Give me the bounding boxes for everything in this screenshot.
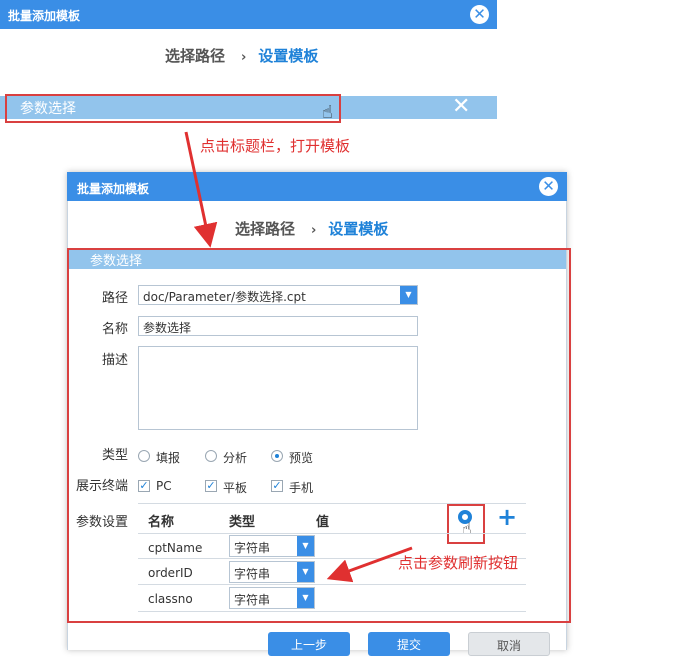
top-dialog-title: 批量添加模板 <box>8 9 81 23</box>
submit-button[interactable]: 提交 <box>368 632 450 656</box>
top-dialog-titlebar: 批量添加模板 ✕ <box>0 0 497 29</box>
step-set-template: 设置模板 <box>258 47 319 65</box>
hand-cursor-icon: ☝ <box>322 102 333 123</box>
prev-step-button[interactable]: 上一步 <box>268 632 350 656</box>
step-select-path: 选择路径 <box>235 220 296 238</box>
dialog-title: 批量添加模板 <box>77 182 150 196</box>
highlight-box <box>5 94 341 123</box>
dialog-titlebar: 批量添加模板 ✕ <box>67 172 567 201</box>
top-step-indicator: 选择路径 › 设置模板 <box>165 45 318 66</box>
close-icon[interactable]: ✕ <box>539 177 558 196</box>
step-indicator: 选择路径 › 设置模板 <box>235 218 388 239</box>
step-select-path: 选择路径 <box>165 47 226 65</box>
step-set-template: 设置模板 <box>328 220 389 238</box>
highlight-box <box>67 248 571 623</box>
annotation-click-titlebar: 点击标题栏，打开模板 <box>200 137 351 155</box>
cancel-button[interactable]: 取消 <box>468 632 550 656</box>
chevron-right-icon: › <box>311 223 317 238</box>
close-icon[interactable]: ✕ <box>470 5 489 24</box>
chevron-right-icon: › <box>241 50 247 65</box>
close-icon[interactable]: ✕ <box>452 94 470 119</box>
